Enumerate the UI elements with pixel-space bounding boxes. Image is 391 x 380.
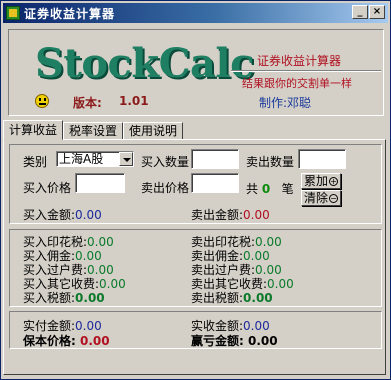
sell-price-label: 卖出价格	[141, 181, 190, 195]
sell-quantity-label: 卖出数量	[246, 155, 295, 169]
minimize-button[interactable]: _	[352, 5, 368, 19]
category-select[interactable]: 上海A股	[56, 151, 134, 167]
buy-quantity-input[interactable]	[191, 149, 239, 169]
clear-button[interactable]: 清除 −	[301, 190, 341, 206]
clear-button-label: 清除	[303, 191, 328, 205]
tab-bar: 计算收益 税率设置 使用说明	[3, 120, 184, 140]
smiley-icon	[35, 94, 49, 108]
tab-help[interactable]: 使用说明	[123, 122, 184, 140]
plus-icon: +	[329, 177, 338, 186]
sell-amount: 卖出金额:0.00	[191, 208, 270, 222]
buy-tax-total: 买入税额:0.00	[23, 291, 105, 305]
profit-amount: 赢亏金额: 0.00	[191, 334, 278, 348]
buy-price-label: 买入价格	[23, 181, 72, 195]
author: 制作:邓聪	[259, 96, 312, 110]
slogan: 结果跟你的交割单一样	[242, 77, 352, 90]
buy-amount-value: 0.00	[75, 208, 102, 222]
category-label: 类别	[23, 155, 48, 169]
tab-calculate[interactable]: 计算收益	[3, 120, 64, 140]
header-panel: StockCalc 版本: 1.01 证券收益计算器 结果跟你的交割单一样 制作…	[8, 29, 384, 116]
version-label: 版本:	[73, 96, 102, 110]
buy-quantity-label: 买入数量	[141, 155, 190, 169]
breakeven-price: 保本价格: 0.00	[23, 334, 110, 348]
title-bar[interactable]: 证券收益计算器 _ ×	[3, 3, 388, 23]
app-name: 证券收益计算器	[257, 54, 342, 68]
buy-amount: 买入金额:0.00	[23, 208, 102, 222]
sell-price-input[interactable]	[191, 173, 239, 193]
sell-amount-value: 0.00	[243, 208, 270, 222]
header-divider	[231, 70, 381, 72]
app-icon	[6, 6, 20, 20]
add-button-label: 累加	[303, 174, 328, 188]
tab-tax-settings[interactable]: 税率设置	[63, 122, 124, 140]
window-title: 证券收益计算器	[24, 6, 116, 21]
buy-price-input[interactable]	[75, 173, 125, 193]
sell-tax-total: 卖出税额:0.00	[191, 291, 273, 305]
trade-count-prefix: 共	[246, 182, 259, 196]
trade-count-value: 0	[261, 182, 271, 196]
chevron-down-icon[interactable]	[119, 152, 133, 166]
add-button[interactable]: 累加 +	[301, 173, 341, 189]
logo: StockCalc	[35, 40, 254, 87]
close-button[interactable]: ×	[369, 5, 385, 19]
version-value: 1.01	[119, 94, 149, 108]
category-value: 上海A股	[59, 152, 104, 166]
sell-quantity-input[interactable]	[298, 149, 346, 169]
trade-count: 共 0 笔	[246, 180, 294, 197]
trade-count-suffix: 笔	[281, 182, 294, 196]
minus-icon: −	[329, 194, 338, 203]
